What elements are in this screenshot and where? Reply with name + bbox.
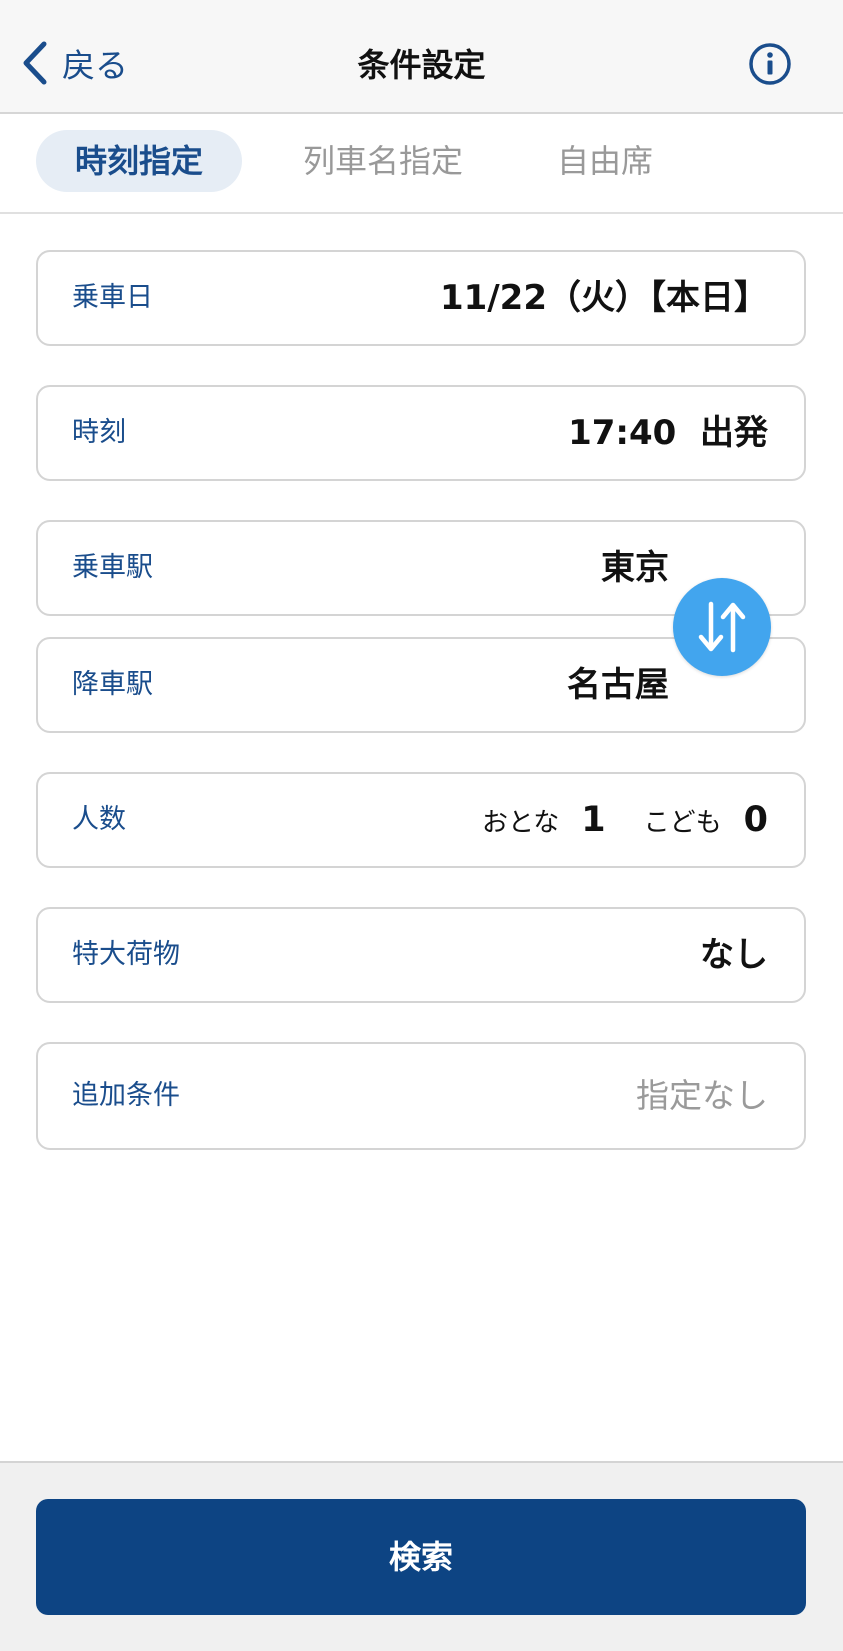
- adult-label: おとな: [482, 807, 560, 838]
- nav-header: 戻る 条件設定: [0, 0, 843, 114]
- tab-time[interactable]: 時刻指定: [36, 130, 242, 192]
- additional-conditions-row[interactable]: 追加条件 指定なし: [36, 1042, 806, 1150]
- tab-non-reserved[interactable]: 自由席: [540, 130, 670, 192]
- tab-train-name[interactable]: 列車名指定: [283, 130, 483, 192]
- child-label: こども: [643, 807, 722, 838]
- time-row[interactable]: 時刻 17:40 出発: [36, 385, 806, 481]
- additional-conditions-value: 指定なし: [636, 1076, 768, 1115]
- arrival-station-label: 降車駅: [72, 669, 153, 700]
- search-button[interactable]: 検索: [36, 1499, 806, 1615]
- oversized-luggage-value: なし: [700, 935, 768, 975]
- adult-count: 1: [581, 800, 606, 840]
- passenger-counts: おとな 1 こども 0: [482, 774, 768, 866]
- swap-stations-button[interactable]: [673, 578, 771, 676]
- page-title: 条件設定: [357, 46, 486, 84]
- swap-arrows-icon: [698, 601, 746, 653]
- arrival-station-value: 名古屋: [567, 665, 669, 705]
- info-icon[interactable]: [748, 42, 792, 86]
- search-mode-tabs: 時刻指定 列車名指定 自由席: [0, 114, 843, 214]
- date-value: 11/22（火）【本日】: [439, 278, 768, 318]
- child-count: 0: [743, 800, 768, 840]
- departure-station-label: 乗車駅: [72, 552, 153, 583]
- date-row[interactable]: 乗車日 11/22（火）【本日】: [36, 250, 806, 346]
- time-value: 17:40 出発: [568, 413, 768, 453]
- date-label: 乗車日: [72, 282, 153, 313]
- oversized-luggage-label: 特大荷物: [72, 939, 180, 970]
- additional-conditions-label: 追加条件: [72, 1080, 180, 1111]
- time-label: 時刻: [72, 417, 126, 448]
- passengers-row[interactable]: 人数 おとな 1 こども 0: [36, 772, 806, 868]
- passengers-label: 人数: [72, 804, 126, 835]
- departure-station-value: 東京: [601, 548, 669, 588]
- oversized-luggage-row[interactable]: 特大荷物 なし: [36, 907, 806, 1003]
- footer-bar: 検索: [0, 1461, 843, 1651]
